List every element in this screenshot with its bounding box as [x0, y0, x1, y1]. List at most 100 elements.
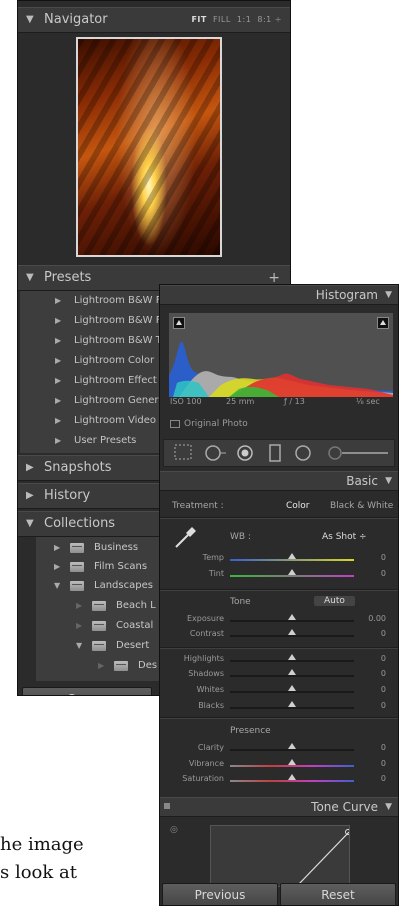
collection-set-icon	[92, 641, 106, 651]
vibrance-slider-thumb[interactable]	[288, 759, 296, 765]
clarity-slider-thumb[interactable]	[288, 743, 296, 749]
expand-triangle-icon: ▶	[98, 661, 105, 670]
navigator-title: Navigator	[44, 12, 108, 27]
zoom-fit[interactable]: FIT	[191, 15, 206, 24]
graduated-filter-icon[interactable]	[268, 444, 282, 466]
whites-slider-track[interactable]	[230, 691, 354, 693]
expand-triangle-icon: ▶	[55, 356, 62, 365]
presets-title: Presets	[44, 270, 92, 285]
collapse-triangle-icon: ▼	[26, 14, 34, 25]
vibrance-slider-track[interactable]	[230, 765, 354, 767]
original-photo-toggle[interactable]: Original Photo	[170, 419, 248, 429]
eyedropper-icon	[175, 527, 196, 548]
shadows-slider-thumb[interactable]	[288, 669, 296, 675]
highlights-slider-track[interactable]	[230, 660, 354, 662]
expand-triangle-icon: ▶	[55, 316, 62, 325]
navigator-preview-image[interactable]	[76, 37, 222, 257]
target-adjustment-icon[interactable]: ◎	[170, 825, 178, 835]
copy-button[interactable]: Copy...	[22, 687, 152, 695]
vibrance-value[interactable]: 0	[356, 759, 386, 768]
tint-slider-thumb[interactable]	[288, 569, 296, 575]
treatment-color-button[interactable]: Color	[286, 501, 310, 511]
presence-label: Presence	[230, 726, 271, 736]
tone-curve-title: Tone Curve	[311, 800, 378, 814]
tint-value[interactable]: 0	[356, 569, 386, 578]
highlights-slider-thumb[interactable]	[288, 654, 296, 660]
exposure-slider-thumb[interactable]	[288, 614, 296, 620]
wb-dropdown[interactable]: As Shot ÷	[322, 532, 367, 542]
zoom-fill[interactable]: FILL	[213, 15, 231, 24]
treatment-bw-button[interactable]: Black & White	[330, 501, 393, 511]
vibrance-label: Vibrance	[188, 759, 224, 768]
divider	[160, 717, 398, 719]
shutter-speed-readout: ⅛ sec	[356, 397, 380, 406]
expand-triangle-icon: ▶	[55, 376, 62, 385]
auto-tone-button[interactable]: Auto	[314, 596, 355, 606]
tint-label: Tint	[208, 569, 224, 578]
contrast-slider-thumb[interactable]	[288, 629, 296, 635]
tool-strip	[163, 439, 395, 467]
saturation-label: Saturation	[182, 774, 224, 783]
clarity-label: Clarity	[197, 743, 224, 752]
red-eye-icon[interactable]	[236, 444, 254, 466]
wb-label: WB :	[230, 532, 251, 542]
exposure-slider-track[interactable]	[230, 620, 354, 622]
histogram-graph[interactable]	[169, 313, 393, 397]
collapse-triangle-icon: ▼	[26, 518, 34, 529]
navigator-header[interactable]: ▼ Navigator FIT FILL 1:1 8:1 ÷	[18, 7, 290, 33]
radial-filter-icon[interactable]	[294, 444, 312, 466]
whites-slider-thumb[interactable]	[288, 685, 296, 691]
expand-triangle-icon: ▶	[26, 490, 34, 501]
clarity-slider-track[interactable]	[230, 749, 354, 751]
blacks-value[interactable]: 0	[356, 701, 386, 710]
shadows-value[interactable]: 0	[356, 669, 386, 678]
collapse-triangle-icon: ▼	[385, 476, 392, 486]
background-text-line-2: s look at	[0, 862, 77, 883]
zoom-1-1[interactable]: 1:1	[237, 15, 251, 24]
expand-triangle-icon: ▶	[26, 462, 34, 473]
whites-value[interactable]: 0	[356, 685, 386, 694]
basic-header[interactable]: Basic ▼	[160, 471, 398, 491]
blacks-slider-thumb[interactable]	[288, 701, 296, 707]
previous-button[interactable]: Previous	[162, 883, 278, 905]
collections-title: Collections	[44, 516, 116, 531]
expand-triangle-icon: ▶	[76, 621, 83, 630]
shadow-clipping-toggle[interactable]	[173, 317, 185, 329]
collapse-triangle-icon: ▼	[385, 290, 392, 300]
tone-curve-header[interactable]: Tone Curve ▼	[160, 797, 398, 817]
histogram-header[interactable]: Histogram ▼	[160, 285, 398, 305]
saturation-slider-thumb[interactable]	[288, 774, 296, 780]
contrast-value[interactable]: 0	[356, 629, 386, 638]
collection-set-icon	[70, 562, 84, 572]
expand-triangle-icon: ▶	[54, 543, 61, 552]
focal-length-readout: 25 mm	[226, 397, 255, 406]
spot-removal-icon[interactable]	[204, 444, 228, 466]
highlights-value[interactable]: 0	[356, 654, 386, 663]
adjustment-brush-icon[interactable]	[326, 444, 390, 466]
white-balance-picker[interactable]	[172, 525, 198, 551]
exposure-value[interactable]: 0.00	[356, 614, 386, 623]
background-text-line-1: he image	[0, 834, 84, 855]
shadows-slider-track[interactable]	[230, 675, 354, 677]
crop-overlay-icon[interactable]	[174, 444, 192, 464]
zoom-8-1[interactable]: 8:1	[257, 15, 271, 24]
saturation-slider-track[interactable]	[230, 780, 354, 782]
tint-slider-track[interactable]	[230, 575, 354, 577]
zoom-stepper-icon[interactable]: ÷	[275, 15, 282, 24]
temp-slider-thumb[interactable]	[288, 553, 296, 559]
expand-triangle-icon: ▶	[55, 296, 62, 305]
expand-triangle-icon: ▶	[55, 436, 62, 445]
reset-button[interactable]: Reset	[280, 883, 396, 905]
blacks-slider-track[interactable]	[230, 707, 354, 709]
highlight-clipping-toggle[interactable]	[377, 317, 389, 329]
temp-slider-track[interactable]	[230, 559, 354, 561]
saturation-value[interactable]: 0	[356, 774, 386, 783]
collection-icon	[92, 601, 106, 611]
panel-switch-icon[interactable]	[164, 803, 170, 809]
tone-curve-graph[interactable]	[210, 825, 351, 887]
expand-triangle-icon: ▶	[55, 416, 62, 425]
contrast-slider-track[interactable]	[230, 635, 354, 637]
temp-label: Temp	[202, 553, 224, 562]
temp-value[interactable]: 0	[356, 553, 386, 562]
clarity-value[interactable]: 0	[356, 743, 386, 752]
